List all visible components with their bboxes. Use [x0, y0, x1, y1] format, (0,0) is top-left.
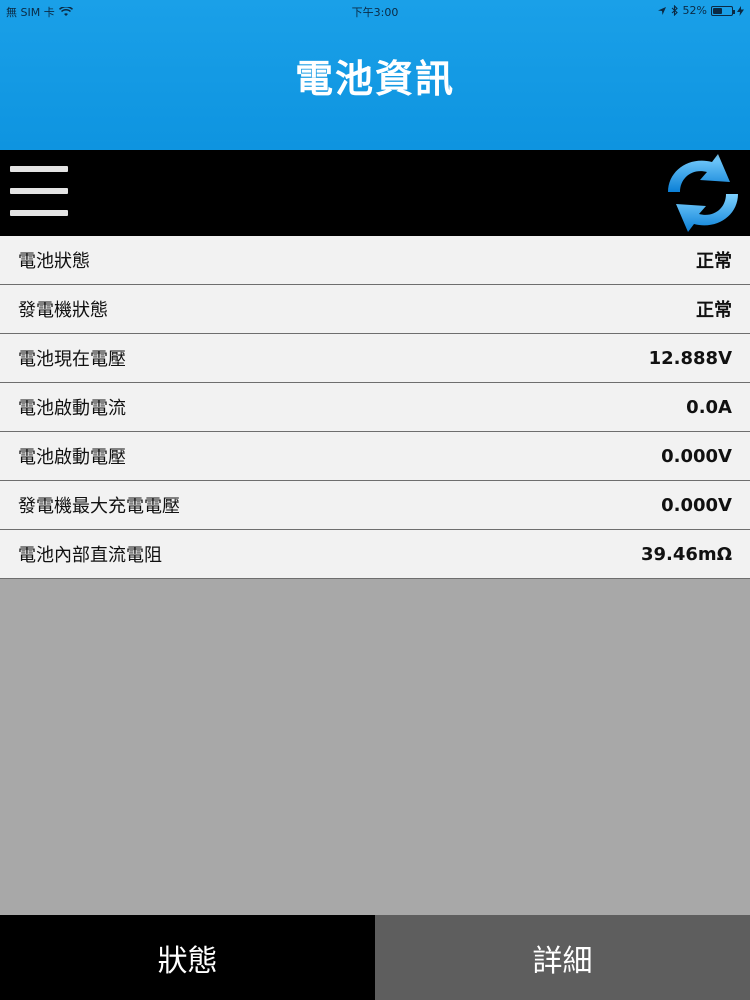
row-label: 電池現在電壓	[18, 349, 126, 370]
list-item: 電池狀態 正常	[0, 236, 750, 285]
bluetooth-icon	[671, 5, 678, 16]
battery-icon	[711, 5, 735, 16]
row-value: 正常	[696, 251, 732, 272]
page-title: 電池資訊	[294, 57, 455, 101]
tab-status[interactable]: 狀態	[0, 915, 375, 1000]
bottom-tab-bar: 狀態 詳細	[0, 915, 750, 1000]
row-label: 電池狀態	[18, 251, 90, 272]
app-header: 無 SIM 卡 下午3:00 52% 電池資訊	[0, 0, 750, 150]
row-label: 電池啟動電流	[18, 398, 126, 419]
status-time: 下午3:00	[351, 6, 399, 19]
row-value: 正常	[696, 300, 732, 321]
tab-detail[interactable]: 詳細	[375, 915, 750, 1000]
row-value: 39.46mΩ	[641, 543, 732, 565]
row-label: 發電機最大充電電壓	[18, 496, 180, 517]
battery-percent: 52%	[682, 4, 707, 17]
status-bar: 無 SIM 卡 下午3:00 52%	[0, 0, 750, 20]
list-item: 電池現在電壓 12.888V	[0, 334, 750, 383]
list-item: 發電機最大充電電壓 0.000V	[0, 481, 750, 530]
list-item: 電池內部直流電阻 39.46mΩ	[0, 530, 750, 579]
row-value: 0.000V	[661, 494, 732, 516]
toolbar	[0, 150, 750, 236]
row-value: 0.0A	[686, 396, 732, 418]
refresh-icon[interactable]	[660, 152, 746, 234]
location-icon	[657, 6, 666, 15]
charging-bolt-icon	[737, 5, 744, 16]
row-value: 0.000V	[661, 445, 732, 467]
row-label: 發電機狀態	[18, 300, 108, 321]
list-item: 電池啟動電流 0.0A	[0, 383, 750, 432]
hamburger-menu-icon[interactable]	[10, 162, 68, 220]
row-label: 電池內部直流電阻	[18, 545, 162, 566]
row-value: 12.888V	[648, 347, 732, 369]
row-label: 電池啟動電壓	[18, 447, 126, 468]
list-item: 發電機狀態 正常	[0, 285, 750, 334]
list-item: 電池啟動電壓 0.000V	[0, 432, 750, 481]
battery-info-list: 電池狀態 正常 發電機狀態 正常 電池現在電壓 12.888V 電池啟動電流 0…	[0, 236, 750, 579]
